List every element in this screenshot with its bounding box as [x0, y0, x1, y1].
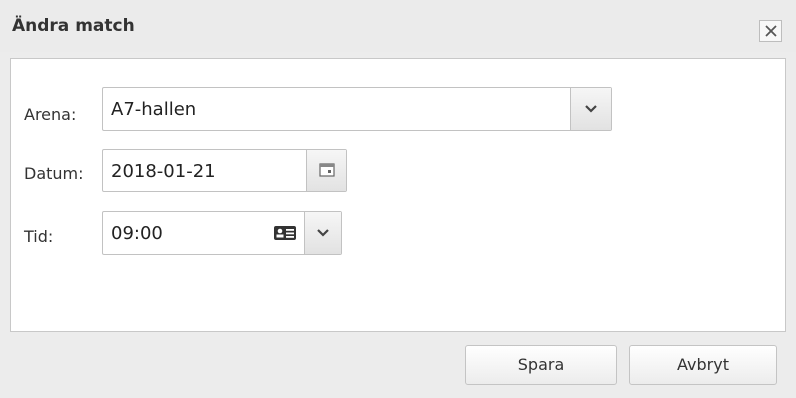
clock-list-icon	[274, 226, 296, 240]
close-button[interactable]	[759, 20, 782, 42]
close-icon	[765, 25, 777, 37]
save-button[interactable]: Spara	[465, 345, 617, 385]
datum-value: 2018-01-21	[111, 161, 216, 182]
dialog-titlebar: Ändra match	[0, 0, 796, 52]
dialog-content: Arena: A7-hallen Datum: 2018-01-21 Tid:	[10, 58, 786, 332]
datum-calendar-button[interactable]	[306, 150, 346, 191]
cancel-button[interactable]: Avbryt	[629, 345, 777, 385]
arena-dropdown-button[interactable]	[570, 88, 611, 130]
chevron-down-icon	[585, 105, 597, 113]
chevron-down-icon	[317, 229, 329, 237]
tid-time-list-button[interactable]	[266, 212, 304, 254]
tid-dropdown-button[interactable]	[304, 212, 341, 254]
datum-input[interactable]: 2018-01-21	[102, 149, 347, 192]
tid-value: 09:00	[111, 223, 163, 244]
arena-select[interactable]: A7-hallen	[102, 87, 612, 131]
arena-value: A7-hallen	[111, 99, 197, 120]
edit-match-dialog: Ändra match Arena: A7-hallen Datum: 2018…	[0, 0, 796, 398]
datum-label: Datum:	[24, 164, 84, 183]
calendar-icon	[319, 163, 335, 177]
dialog-title: Ändra match	[12, 16, 135, 36]
tid-input[interactable]: 09:00	[102, 211, 342, 255]
arena-label: Arena:	[24, 105, 77, 124]
tid-label: Tid:	[24, 227, 54, 246]
